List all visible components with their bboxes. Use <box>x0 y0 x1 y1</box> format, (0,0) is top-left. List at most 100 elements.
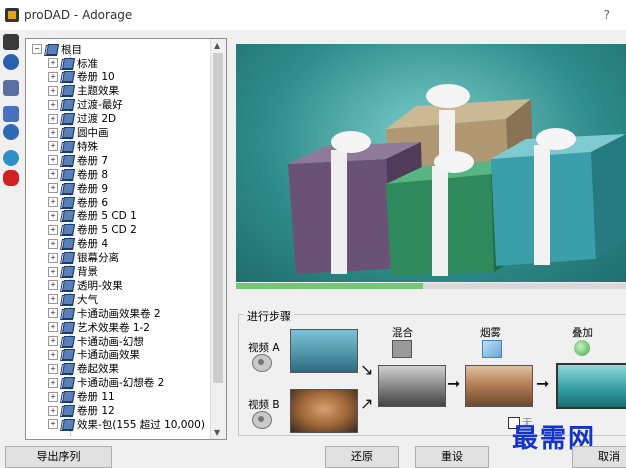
expand-icon[interactable]: + <box>48 266 58 277</box>
tree-item[interactable]: + 卷册 5 CD 2 <box>48 223 137 237</box>
expand-icon[interactable]: + <box>48 405 58 416</box>
help-icon[interactable] <box>3 54 19 70</box>
bug-icon[interactable] <box>3 170 19 186</box>
expand-icon[interactable]: + <box>48 336 58 346</box>
effects-tree[interactable]: − 根目 + 标准 + 卷册 10 + 主题效果 + 过渡-最好 + 过渡 2D + 圆中画 + 特殊 + 卷… <box>25 38 227 440</box>
tree-item[interactable]: + 卷册 11 <box>48 390 115 404</box>
tree-item[interactable]: + 背景 <box>48 265 98 279</box>
tree-item[interactable]: + 银幕分离 <box>48 251 119 265</box>
tree-item[interactable]: + 卡通动画效果 <box>48 348 140 362</box>
tree-item-label: 背景 <box>77 266 98 278</box>
overlay-result-thumbnail[interactable] <box>556 363 626 409</box>
tree-item[interactable]: + 卷册 12 <box>48 404 115 418</box>
tree-item[interactable]: + 卷册 9 <box>48 181 108 195</box>
overlay-icon[interactable] <box>574 340 590 356</box>
tree-item-label: 卷册 9 <box>77 182 109 195</box>
globe-icon[interactable] <box>3 150 19 166</box>
expand-icon[interactable]: + <box>48 238 58 249</box>
video-b-thumbnail[interactable] <box>290 389 358 433</box>
expand-icon[interactable]: + <box>48 363 58 374</box>
help-button[interactable]: ? <box>604 8 610 22</box>
collapse-icon[interactable]: − <box>32 44 42 54</box>
tree-item[interactable]: + 过渡-最好 <box>48 98 123 112</box>
film-icon[interactable] <box>3 34 19 50</box>
folder-icon <box>61 58 74 69</box>
expand-icon[interactable]: + <box>48 349 58 360</box>
expand-icon[interactable]: + <box>48 169 58 180</box>
expand-icon[interactable]: + <box>48 71 58 82</box>
tree-item[interactable]: + 效果-包(155 超过 10,000) <box>48 417 205 431</box>
tree-item[interactable]: + 卷册 7 <box>48 153 108 167</box>
title-bar: proDAD - Adorage ? <box>0 0 626 30</box>
folder-icon <box>61 294 74 305</box>
video-a-thumbnail[interactable] <box>290 329 358 373</box>
tree-scrollbar[interactable]: ▲ ▼ <box>210 39 226 439</box>
expand-icon[interactable]: + <box>48 322 58 333</box>
tree-item[interactable]: + 卡通动画-幻想 <box>48 334 144 348</box>
reset-button[interactable]: 重设 <box>415 446 489 468</box>
folder-icon <box>61 197 74 208</box>
folder-icon <box>61 85 74 96</box>
expand-icon[interactable]: + <box>48 224 58 235</box>
fog-icon[interactable] <box>482 340 502 358</box>
tree-item[interactable]: + 过渡 2D <box>48 112 116 126</box>
export-sequence-button[interactable]: 导出序列 <box>5 446 112 468</box>
tree-item[interactable]: + 大气 <box>48 292 98 306</box>
tree-item-label: 主题效果 <box>77 85 119 98</box>
tree-item[interactable]: + 透明-效果 <box>48 278 123 292</box>
restore-button[interactable]: 还原 <box>325 446 399 468</box>
tree-item-label: 效果-包(155 超过 10,000) <box>77 418 205 431</box>
expand-icon[interactable]: + <box>48 155 58 166</box>
scroll-thumb[interactable] <box>213 53 223 383</box>
scroll-up-icon[interactable]: ▲ <box>214 41 220 50</box>
tree-item[interactable]: + 卷册 10 <box>48 70 115 84</box>
expand-icon[interactable]: + <box>48 210 58 221</box>
tree-item-label: 过渡 2D <box>77 113 117 126</box>
tree-item[interactable]: + 卷册 6 <box>48 195 108 209</box>
expand-icon[interactable]: + <box>48 280 58 291</box>
fog-result-thumbnail[interactable] <box>465 365 533 407</box>
tree-item[interactable]: + 艺术效果卷 1-2 <box>48 320 150 334</box>
tree-item-label: 卷册 10 <box>77 71 115 84</box>
record-icon[interactable] <box>3 124 19 140</box>
expand-icon[interactable]: + <box>48 419 58 430</box>
tree-item[interactable]: + 卷册 5 CD 1 <box>48 209 137 223</box>
tree-item[interactable]: + 卡通动画效果卷 2 <box>48 306 161 320</box>
tree-item-label: 卷册 5 CD 2 <box>77 224 137 237</box>
tree-item[interactable]: + 卷起效果 <box>48 362 119 376</box>
tree-root-label: 根目 <box>61 43 82 56</box>
tree-root[interactable]: − 根目 <box>32 42 82 56</box>
tree-item[interactable]: + 标准 <box>48 56 98 70</box>
expand-icon[interactable]: + <box>48 377 58 388</box>
tree-item[interactable]: + 主题效果 <box>48 84 119 98</box>
expand-icon[interactable]: + <box>48 391 58 402</box>
expand-icon[interactable]: + <box>48 183 58 194</box>
tree-item[interactable]: + 卷册 4 <box>48 237 108 251</box>
cancel-button[interactable]: 取消 <box>572 446 626 468</box>
expand-icon[interactable]: + <box>48 113 58 124</box>
mix-icon[interactable] <box>392 340 412 358</box>
tree-item-label: 特殊 <box>77 140 98 153</box>
expand-icon[interactable]: + <box>48 308 58 319</box>
expand-icon[interactable]: + <box>48 58 58 68</box>
waveform-icon[interactable] <box>3 106 19 122</box>
tree-item[interactable]: + 卡通动画-幻想卷 2 <box>48 376 164 390</box>
expand-icon[interactable]: + <box>48 197 58 207</box>
expand-icon[interactable]: + <box>48 294 58 305</box>
mix-result-thumbnail[interactable] <box>378 365 446 407</box>
tree-item-label: 透明-效果 <box>77 279 123 292</box>
expand-icon[interactable]: + <box>48 252 58 263</box>
tree-item[interactable]: + 卷册 8 <box>48 167 108 181</box>
preview-progress-bar[interactable] <box>236 283 626 289</box>
expand-icon[interactable]: + <box>48 99 58 110</box>
tree-item-label: 卡通动画-幻想 <box>77 335 144 348</box>
expand-icon[interactable]: + <box>48 127 58 138</box>
scroll-down-icon[interactable]: ▼ <box>214 428 220 437</box>
expand-icon[interactable]: + <box>48 141 58 152</box>
monitor-icon[interactable] <box>3 80 19 96</box>
steps-title: 进行步骤 <box>244 308 294 324</box>
tree-item[interactable]: + 特殊 <box>48 139 98 153</box>
expand-icon[interactable]: + <box>48 85 58 96</box>
tree-item-label: 卡通动画-幻想卷 2 <box>77 377 165 390</box>
tree-item[interactable]: + 圆中画 <box>48 126 109 140</box>
